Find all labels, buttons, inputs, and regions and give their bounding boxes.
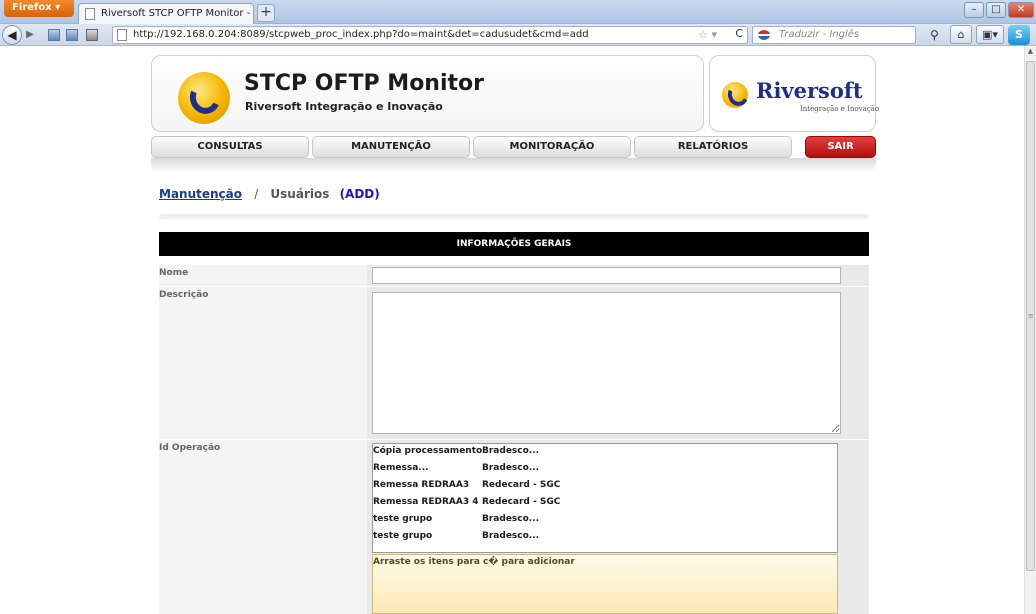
toolbar-window-icon[interactable] [48,29,60,41]
section-title: INFORMAÇÕES GERAIS [159,232,869,256]
brand-name: Riversoft [756,78,863,103]
breadcrumb-link-manutencao[interactable]: Manutenção [159,187,242,201]
id-operacao-label: Id Operação [159,443,221,453]
page-icon [85,8,95,20]
breadcrumb-current: Usuários [270,187,330,201]
list-item[interactable]: Remessa... Bradesco... [373,462,837,477]
list-item[interactable]: Remessa REDRAA3 Redecard - SGC [373,479,837,494]
nome-input[interactable] [372,267,841,284]
operations-list: Cópia processamento Bradesco... Remessa..… [372,443,838,553]
menu-consultas[interactable]: CONSULTAS [151,136,309,158]
browser-titlebar: Firefox ▾ Riversoft STCP OFTP Monitor - … [0,0,1036,24]
skype-icon[interactable]: S [1008,25,1030,45]
list-item[interactable]: Remessa REDRAA3 4 Redecard - SGC [373,496,837,511]
menu-relatorios[interactable]: RELATÓRIOS [634,136,792,158]
descricao-label: Descrição [159,290,209,300]
address-bar[interactable]: http://192.168.0.204:8089/stcpweb_proc_i… [112,26,748,44]
drop-zone[interactable]: Arraste os itens para c� para adicionar [372,554,838,614]
breadcrumb-mode: (ADD) [339,187,380,201]
new-tab-button[interactable]: + [257,4,275,22]
minimize-button[interactable]: – [964,2,984,18]
list-item[interactable]: teste grupo Bradesco... [373,513,837,528]
main-menu: CONSULTAS MANUTENÇÃO MONITORAÇÃO RELATÓR… [151,136,876,158]
logout-button[interactable]: SAIR [805,136,876,158]
app-subtitle: Riversoft Integração e Inovação [245,100,443,113]
section-divider [159,214,869,219]
menu-shadow [151,158,876,172]
toolbar-lock-icon[interactable] [86,29,98,41]
descricao-textarea[interactable] [372,292,841,434]
search-icon[interactable]: ⚲ [930,28,939,42]
app-logo-icon [178,72,230,124]
site-identity-icon [117,29,127,41]
breadcrumb: Manutenção / Usuários (ADD) [159,187,380,201]
form-row-nome: Nome [159,265,869,286]
addons-menu-icon[interactable]: ▣▾ [976,25,1004,44]
close-window-button[interactable]: ✕ [1008,2,1034,18]
app-title: STCP OFTP Monitor [244,71,484,96]
bookmark-star-icon[interactable]: ☆ ▾ [698,28,717,41]
firefox-menu-label: Firefox [12,2,52,13]
back-forward-group: ◀ ▶ [2,25,42,45]
riversoft-logo-icon [722,80,752,110]
toolbar-panel-icon[interactable] [66,29,78,41]
translate-placeholder: Traduzir - Inglês [779,29,860,40]
breadcrumb-separator: / [254,187,259,201]
scrollbar-thumb[interactable]: ≡ [1026,61,1035,571]
brand-tagline: Integração e Inovação [800,105,880,113]
forward-arrow-icon[interactable]: ▶ [22,28,38,42]
brand-header: Riversoft Integração e Inovação [709,55,880,132]
translate-box[interactable]: Traduzir - Inglês [752,26,916,44]
browser-tab[interactable]: Riversoft STCP OFTP Monitor - Manuten... [78,3,254,24]
form-row-id-operacao: Id Operação Cópia processamento Bradesco.… [159,440,869,614]
home-icon[interactable]: ⌂ [950,25,972,44]
page-content: STCP OFTP Monitor Riversoft Integração e… [0,47,1024,614]
back-arrow-icon[interactable]: ◀ [2,25,22,45]
vertical-scrollbar[interactable]: ▲ ≡ [1024,47,1036,614]
list-item[interactable]: Cópia processamento Bradesco... [373,445,837,460]
us-flag-icon [758,30,770,40]
maximize-button[interactable]: □ [986,2,1006,18]
app-header: STCP OFTP Monitor Riversoft Integração e… [151,55,704,132]
reload-icon[interactable]: C [735,27,743,40]
menu-monitoracao[interactable]: MONITORAÇÃO [473,136,631,158]
list-item[interactable]: teste grupo Bradesco... [373,530,837,545]
form-row-descricao: Descrição [159,287,869,439]
drop-hint: Arraste os itens para c� para adicionar [373,557,575,567]
nome-label: Nome [159,268,189,278]
navigation-toolbar: ◀ ▶ http://192.168.0.204:8089/stcpweb_pr… [0,24,1036,46]
firefox-menu-button[interactable]: Firefox ▾ [4,0,74,17]
tab-title: Riversoft STCP OFTP Monitor - Manuten... [101,8,253,19]
scroll-up-arrow-icon[interactable]: ▲ [1025,47,1036,59]
url-text: http://192.168.0.204:8089/stcpweb_proc_i… [133,29,589,40]
menu-manutencao[interactable]: MANUTENÇÃO [312,136,470,158]
